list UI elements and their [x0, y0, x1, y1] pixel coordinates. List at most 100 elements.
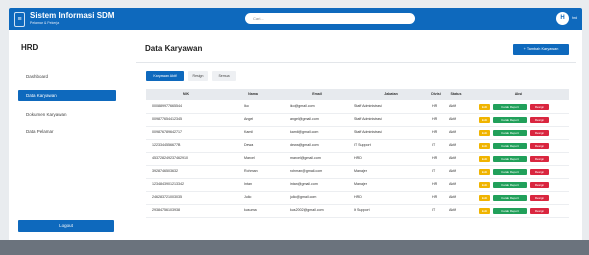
- table-row: 3928746503632 Rohman rohman@gmail.com Manaj…: [146, 165, 569, 179]
- resign-button[interactable]: Resign: [530, 194, 549, 201]
- sidebar-title: HRD: [21, 43, 39, 52]
- logout-button[interactable]: Logout: [18, 220, 114, 232]
- cell-jabatan: It Support: [354, 208, 370, 212]
- cell-nik: 246283721003035: [152, 195, 182, 199]
- column-header-aksi: Aksi: [514, 92, 523, 96]
- cell-divisi: HR: [432, 156, 438, 160]
- cell-divisi: HR: [432, 104, 438, 108]
- tab-resign[interactable]: Resign: [188, 71, 208, 81]
- edit-button[interactable]: Edit: [479, 129, 490, 136]
- edit-button[interactable]: Edit: [479, 181, 490, 188]
- cell-email: intan@gmail.com: [290, 182, 318, 186]
- print-report-button[interactable]: Cetak Report: [493, 142, 527, 149]
- tab-semua[interactable]: Semua: [212, 71, 236, 81]
- resign-button[interactable]: Resign: [530, 116, 549, 123]
- resign-button[interactable]: Resign: [530, 129, 549, 136]
- resign-button[interactable]: Resign: [530, 207, 549, 214]
- resign-button[interactable]: Resign: [530, 155, 549, 162]
- column-header-jabatan: Jabatan: [384, 92, 398, 96]
- cell-email: angel@gmail.com: [290, 117, 319, 121]
- cell-status: Aktif: [449, 117, 456, 121]
- edit-button[interactable]: Edit: [479, 142, 490, 149]
- cell-email: marcel@gmail.com: [290, 156, 321, 160]
- cell-nama: Iko: [244, 104, 249, 108]
- print-report-button[interactable]: Cetak Report: [493, 155, 527, 162]
- cell-jabatan: HRD: [354, 156, 362, 160]
- edit-button[interactable]: Edit: [479, 116, 490, 123]
- top-navbar: ≡ Sistem Informasi SDM Pelamar & Pekerja…: [9, 8, 582, 30]
- cell-divisi: HR: [432, 195, 438, 199]
- table-row: 000889977665544 Iko iko@gmail.com Staff Adm…: [146, 100, 569, 114]
- print-report-button[interactable]: Cetak Report: [493, 129, 527, 136]
- cell-nama: Kamil: [244, 130, 253, 134]
- resign-button[interactable]: Resign: [530, 181, 549, 188]
- cell-nik: 453728249237462910: [152, 156, 188, 160]
- footer-bar: [0, 240, 589, 255]
- cell-status: Aktif: [449, 143, 456, 147]
- tab-karyawan-aktif[interactable]: Karyawan Aktif: [146, 71, 184, 81]
- cell-status: Aktif: [449, 130, 456, 134]
- cell-nik: 009877654412345: [152, 117, 182, 121]
- cell-email: iko@gmail.com: [290, 104, 315, 108]
- table-row: 1223344556677B Dewa dewa@gmail.com IT Suppo…: [146, 139, 569, 153]
- cell-nik: 000889977665544: [152, 104, 182, 108]
- table-row: 009877654412345 Angel angel@gmail.com Staff…: [146, 113, 569, 127]
- edit-button[interactable]: Edit: [479, 207, 490, 214]
- column-header-status: Status: [450, 92, 462, 96]
- sidebar: HRD Dashboard Data Karyawan Dokumen Kary…: [9, 30, 123, 240]
- print-report-button[interactable]: Cetak Report: [493, 168, 527, 175]
- table-row: 246283721003035 Julio julio@gmail.com HRD HR…: [146, 191, 569, 205]
- cell-jabatan: Staff Administrasi: [354, 104, 382, 108]
- print-report-button[interactable]: Cetak Report: [493, 181, 527, 188]
- cell-email: dewa@gmail.com: [290, 143, 319, 147]
- cell-status: Aktif: [449, 104, 456, 108]
- app-title: Sistem Informasi SDM: [30, 11, 115, 20]
- cell-nik: 1223344556677B: [152, 143, 181, 147]
- sidebar-item-dashboard[interactable]: Dashboard: [18, 71, 116, 82]
- resign-button[interactable]: Resign: [530, 103, 549, 110]
- user-label[interactable]: hrd: [572, 16, 577, 20]
- add-employee-button[interactable]: + Tambah Karyawan: [513, 44, 569, 55]
- print-report-button[interactable]: Cetak Report: [493, 103, 527, 110]
- cell-nik: 1234843901213342: [152, 182, 184, 186]
- table-row: 453728249237462910 Marcel marcel@gmail.com…: [146, 152, 569, 166]
- table-row: 29384756103938 kusuma kus2002@gmail.com It …: [146, 204, 569, 218]
- cell-divisi: IT: [432, 208, 436, 212]
- table-header-row: NIK Nama Email Jabatan Divisi Status Aks…: [146, 89, 569, 100]
- column-header-email: Email: [312, 92, 322, 96]
- print-report-button[interactable]: Cetak Report: [493, 207, 527, 214]
- column-header-nik: NIK: [182, 92, 190, 96]
- avatar[interactable]: H: [556, 12, 569, 25]
- cell-nama: Rohman: [244, 169, 258, 173]
- sidebar-item-dokumen-karyawan[interactable]: Dokumen Karyawan: [18, 109, 116, 120]
- edit-button[interactable]: Edit: [479, 103, 490, 110]
- table-row: 009876789642717 Kamil kamil@gmail.com Staff…: [146, 126, 569, 140]
- cell-email: rohman@gmail.com: [290, 169, 323, 173]
- print-report-button[interactable]: Cetak Report: [493, 116, 527, 123]
- cell-nama: Marcel: [244, 156, 255, 160]
- cell-jabatan: Staff Administrasi: [354, 117, 382, 121]
- cell-jabatan: Manajer: [354, 169, 367, 173]
- resign-button[interactable]: Resign: [530, 142, 549, 149]
- cell-nik: 009876789642717: [152, 130, 182, 134]
- search-input[interactable]: Cari...: [245, 13, 415, 24]
- cell-nik: 3928746503632: [152, 169, 178, 173]
- hamburger-menu-icon[interactable]: ≡: [14, 12, 25, 27]
- cell-divisi: HR: [432, 182, 438, 186]
- cell-email: julio@gmail.com: [290, 195, 317, 199]
- cell-status: Aktif: [449, 208, 456, 212]
- edit-button[interactable]: Edit: [479, 168, 490, 175]
- resign-button[interactable]: Resign: [530, 168, 549, 175]
- edit-button[interactable]: Edit: [479, 194, 490, 201]
- cell-nama: Angel: [244, 117, 254, 121]
- app-subtitle: Pelamar & Pekerja: [30, 21, 60, 25]
- print-report-button[interactable]: Cetak Report: [493, 194, 527, 201]
- edit-button[interactable]: Edit: [479, 155, 490, 162]
- cell-jabatan: IT Support: [354, 143, 371, 147]
- sidebar-item-data-karyawan[interactable]: Data Karyawan: [18, 90, 116, 101]
- sidebar-item-data-pelamar[interactable]: Data Pelamar: [18, 126, 116, 137]
- cell-divisi: HR: [432, 117, 438, 121]
- cell-nama: kusuma: [244, 208, 257, 212]
- cell-jabatan: Manajer: [354, 182, 367, 186]
- cell-status: Aktif: [449, 169, 456, 173]
